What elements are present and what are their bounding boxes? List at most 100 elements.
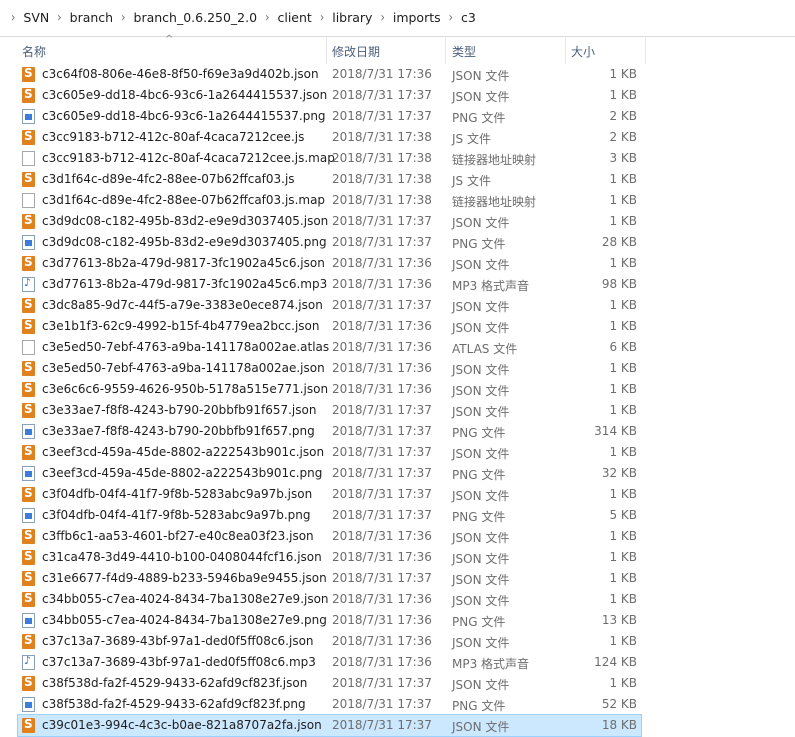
column-divider[interactable] [326, 36, 327, 64]
file-type: JSON 文件 [452, 405, 510, 419]
file-row[interactable]: c39c01e3-994c-4c3c-b0ae-821a8707a2fa.jso… [17, 714, 642, 737]
file-modified-date: 2018/7/31 17:37 [332, 676, 432, 690]
json-file-icon [22, 360, 35, 376]
file-size: 1 KB [609, 214, 637, 228]
chevron-right-icon[interactable]: › [315, 10, 329, 26]
file-row[interactable]: c3c605e9-dd18-4bc6-93c6-1a2644415537.jso… [18, 85, 641, 106]
file-type: MP3 格式声音 [452, 279, 530, 293]
breadcrumb-item-branch[interactable]: branch [67, 10, 116, 25]
file-row[interactable]: c3eef3cd-459a-45de-8802-a222543b901c.png… [18, 463, 641, 484]
column-header-date[interactable]: 修改日期 [332, 43, 380, 60]
file-row[interactable]: c3e33ae7-f8f8-4243-b790-20bbfb91f657.png… [18, 421, 641, 442]
file-row[interactable]: c3ffb6c1-aa53-4601-bf27-e40c8ea03f23.jso… [18, 526, 641, 547]
file-row[interactable]: c3e5ed50-7ebf-4763-a9ba-141178a002ae.jso… [18, 358, 641, 379]
chevron-right-icon[interactable]: › [52, 10, 66, 26]
file-row[interactable]: c37c13a7-3689-43bf-97a1-ded0f5ff08c6.mp3… [18, 652, 641, 673]
column-header-size[interactable]: 大小 [571, 43, 595, 60]
file-size: 28 KB [601, 235, 637, 249]
breadcrumb-item-library[interactable]: library [329, 10, 375, 25]
file-row[interactable]: c3d1f64c-d89e-4fc2-88ee-07b62ffcaf03.js.… [18, 190, 641, 211]
file-type: MP3 格式声音 [452, 657, 530, 671]
file-modified-date: 2018/7/31 17:36 [332, 592, 432, 606]
file-type: PNG 文件 [452, 111, 506, 125]
file-type: JSON 文件 [452, 258, 510, 272]
column-divider[interactable] [645, 36, 646, 64]
json-file-icon [22, 66, 35, 82]
file-row[interactable]: c3cc9183-b712-412c-80af-4caca7212cee.js 2… [18, 127, 641, 148]
file-row[interactable]: c3f04dfb-04f4-41f7-9f8b-5283abc9a97b.jso… [18, 484, 641, 505]
json-file-icon [22, 570, 35, 586]
json-file-icon [22, 213, 35, 229]
chevron-right-icon[interactable]: › [375, 10, 389, 26]
file-size: 1 KB [609, 67, 637, 81]
column-divider[interactable] [445, 36, 446, 64]
file-size: 1 KB [609, 529, 637, 543]
file-size: 1 KB [609, 550, 637, 564]
chevron-right-icon[interactable]: › [116, 10, 130, 26]
file-row[interactable]: c34bb055-c7ea-4024-8434-7ba1308e27e9.png… [18, 610, 641, 631]
file-name: c38f538d-fa2f-4529-9433-62afd9cf823f.jso… [42, 676, 308, 690]
file-size: 1 KB [609, 298, 637, 312]
file-row[interactable]: c3d9dc08-c182-495b-83d2-e9e9d3037405.png… [18, 232, 641, 253]
file-row[interactable]: c31e6677-f4d9-4889-b233-5946ba9e9455.jso… [18, 568, 641, 589]
mp3-file-icon [22, 654, 35, 670]
file-modified-date: 2018/7/31 17:38 [332, 130, 432, 144]
file-row[interactable]: c38f538d-fa2f-4529-9433-62afd9cf823f.jso… [18, 673, 641, 694]
file-type: JSON 文件 [452, 321, 510, 335]
file-size: 1 KB [609, 571, 637, 585]
file-row[interactable]: c3e33ae7-f8f8-4243-b790-20bbfb91f657.jso… [18, 400, 641, 421]
breadcrumb-item-svn[interactable]: SVN [20, 10, 52, 25]
chevron-right-icon[interactable]: › [444, 10, 458, 26]
chevron-right-icon[interactable]: › [260, 10, 274, 26]
file-type: PNG 文件 [452, 699, 506, 713]
file-size: 1 KB [609, 172, 637, 186]
file-row[interactable]: c3e5ed50-7ebf-4763-a9ba-141178a002ae.atl… [18, 337, 641, 358]
file-type: JSON 文件 [452, 678, 510, 692]
breadcrumb-item-client[interactable]: client [274, 10, 314, 25]
file-row[interactable]: c3d77613-8b2a-479d-9817-3fc1902a45c6.jso… [18, 253, 641, 274]
breadcrumb-item-imports[interactable]: imports [390, 10, 444, 25]
file-row[interactable]: c37c13a7-3689-43bf-97a1-ded0f5ff08c6.jso… [18, 631, 641, 652]
json-file-icon [22, 402, 35, 418]
file-row[interactable]: c3d77613-8b2a-479d-9817-3fc1902a45c6.mp3… [18, 274, 641, 295]
file-row[interactable]: c3d9dc08-c182-495b-83d2-e9e9d3037405.jso… [18, 211, 641, 232]
file-type: JSON 文件 [452, 69, 510, 83]
file-modified-date: 2018/7/31 17:36 [332, 319, 432, 333]
file-name: c3ffb6c1-aa53-4601-bf27-e40c8ea03f23.jso… [42, 529, 314, 543]
file-row[interactable]: c3e1b1f3-62c9-4992-b15f-4b4779ea2bcc.jso… [18, 316, 641, 337]
file-size: 1 KB [609, 382, 637, 396]
file-row[interactable]: c3eef3cd-459a-45de-8802-a222543b901c.jso… [18, 442, 641, 463]
file-row[interactable]: c3e6c6c6-9559-4626-950b-5178a515e771.jso… [18, 379, 641, 400]
column-header-name[interactable]: 名称 [22, 43, 46, 60]
file-name: c3d9dc08-c182-495b-83d2-e9e9d3037405.png [42, 235, 327, 249]
sort-ascending-icon: ^ [165, 34, 174, 45]
json-file-icon [22, 255, 35, 271]
file-size: 2 KB [609, 109, 637, 123]
file-row[interactable]: c3c605e9-dd18-4bc6-93c6-1a2644415537.png… [18, 106, 641, 127]
file-row[interactable]: c3d1f64c-d89e-4fc2-88ee-07b62ffcaf03.js 2… [18, 169, 641, 190]
json-file-icon [22, 717, 35, 733]
file-modified-date: 2018/7/31 17:37 [332, 697, 432, 711]
file-type: 链接器地址映射 [452, 153, 537, 167]
file-name: c3cc9183-b712-412c-80af-4caca7212cee.js.… [42, 151, 335, 165]
breadcrumb-item-branch-version[interactable]: branch_0.6.250_2.0 [131, 10, 261, 25]
file-row[interactable]: c3cc9183-b712-412c-80af-4caca7212cee.js.… [18, 148, 641, 169]
file-name: c3cc9183-b712-412c-80af-4caca7212cee.js [42, 130, 305, 144]
file-row[interactable]: c3f04dfb-04f4-41f7-9f8b-5283abc9a97b.png… [18, 505, 641, 526]
file-row[interactable]: c3dc8a85-9d7c-44f5-a79e-3383e0ece874.jso… [18, 295, 641, 316]
address-bar[interactable]: › SVN › branch › branch_0.6.250_2.0 › cl… [0, 0, 795, 37]
column-divider[interactable] [565, 36, 566, 64]
file-name: c3d77613-8b2a-479d-9817-3fc1902a45c6.jso… [42, 256, 325, 270]
file-row[interactable]: c3c64f08-806e-46e8-8f50-f69e3a9d402b.jso… [18, 64, 641, 85]
breadcrumb-item-c3[interactable]: c3 [458, 10, 479, 25]
file-modified-date: 2018/7/31 17:37 [332, 88, 432, 102]
file-name: c3c64f08-806e-46e8-8f50-f69e3a9d402b.jso… [42, 67, 319, 81]
file-modified-date: 2018/7/31 17:37 [332, 403, 432, 417]
file-modified-date: 2018/7/31 17:36 [332, 382, 432, 396]
file-row[interactable]: c38f538d-fa2f-4529-9433-62afd9cf823f.png… [18, 694, 641, 715]
file-row[interactable]: c34bb055-c7ea-4024-8434-7ba1308e27e9.jso… [18, 589, 641, 610]
file-size: 32 KB [601, 466, 637, 480]
file-row[interactable]: c31ca478-3d49-4410-b100-0408044fcf16.jso… [18, 547, 641, 568]
column-header-type[interactable]: 类型 [452, 43, 476, 60]
file-name: c3e6c6c6-9559-4626-950b-5178a515e771.jso… [42, 382, 329, 396]
